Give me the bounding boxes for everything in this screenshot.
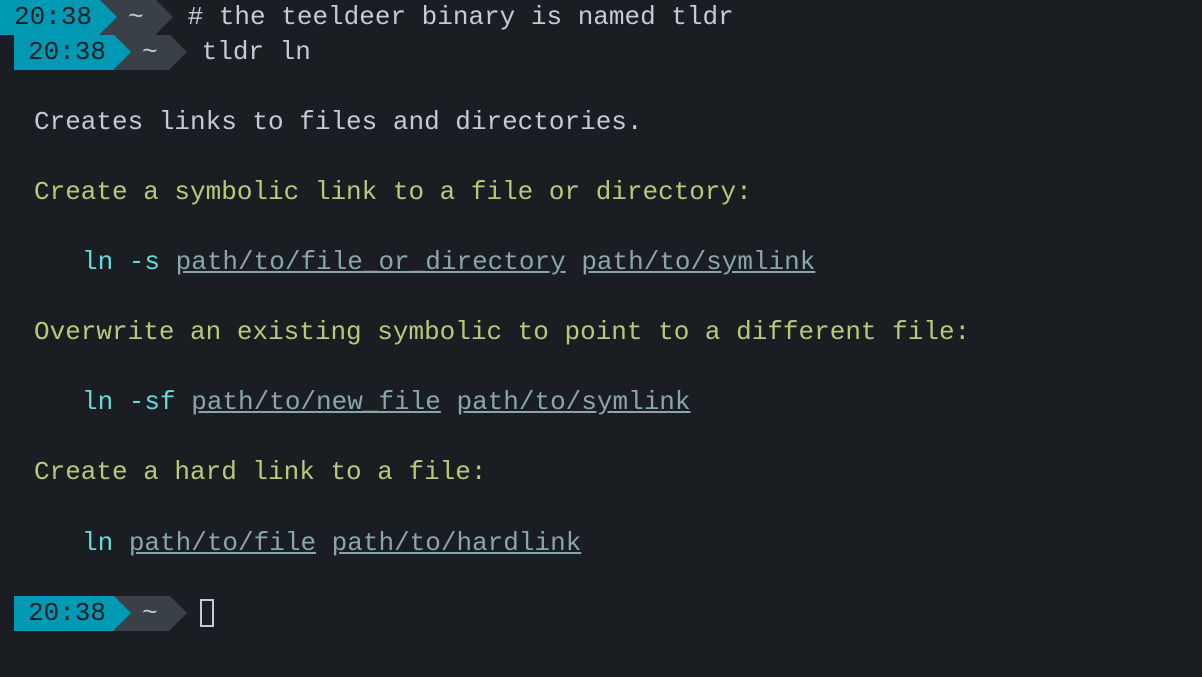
cmd-arg: path/to/symlink [456, 387, 690, 417]
cmd-arg: path/to/symlink [581, 247, 815, 277]
cmd-prefix: ln -s [82, 247, 176, 277]
prompt-line-2: 20:38 ~ tldr ln [0, 35, 1202, 70]
example-cmd-1: ln -s path/to/file_or_directory path/to/… [34, 245, 1202, 280]
cmd-arg: path/to/file [129, 528, 316, 558]
time-badge: 20:38 [14, 35, 114, 70]
command-text[interactable]: tldr ln [170, 35, 311, 70]
cmd-prefix: ln -sf [82, 387, 191, 417]
command-output: Creates links to files and directories. … [0, 105, 1202, 561]
tldr-description: Creates links to files and directories. [34, 105, 1202, 140]
example-cmd-2: ln -sf path/to/new_file path/to/symlink [34, 385, 1202, 420]
cmd-arg: path/to/new_file [191, 387, 441, 417]
example-cmd-3: ln path/to/file path/to/hardlink [34, 526, 1202, 561]
prompt-line-3[interactable]: 20:38 ~ [14, 596, 1202, 631]
cmd-prefix: ln [82, 528, 129, 558]
example-title-1: Create a symbolic link to a file or dire… [34, 175, 1202, 210]
command-comment: # the teeldeer binary is named tldr [156, 0, 734, 35]
prompt-line-1: 20:38 ~ # the teeldeer binary is named t… [0, 0, 1202, 35]
example-title-3: Create a hard link to a file: [34, 455, 1202, 490]
time-badge: 20:38 [14, 596, 114, 631]
example-title-2: Overwrite an existing symbolic to point … [34, 315, 1202, 350]
time-badge: 20:38 [0, 0, 100, 35]
cmd-arg: path/to/hardlink [332, 528, 582, 558]
cursor-icon[interactable] [200, 599, 214, 627]
cmd-arg: path/to/file_or_directory [176, 247, 566, 277]
